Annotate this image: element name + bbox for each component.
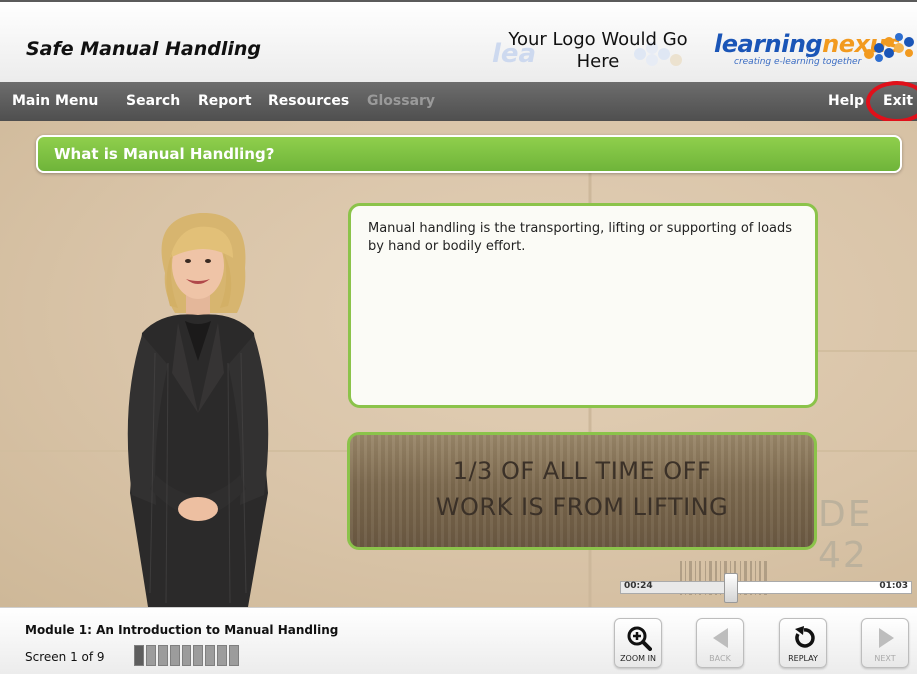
zoom-in-button[interactable]: ZOOM IN	[614, 618, 662, 668]
menu-resources[interactable]: Resources	[268, 93, 349, 109]
progress-segment	[134, 645, 144, 666]
menu-help[interactable]: Help	[828, 93, 864, 109]
logo-placeholder-text: Your Logo Would Go Here	[508, 29, 688, 72]
app-header: Safe Manual Handling lea Your Logo Would…	[0, 0, 917, 82]
replay-button[interactable]: REPLAY	[779, 618, 827, 668]
brand-tagline: creating e-learning together	[734, 57, 862, 67]
course-title: Safe Manual Handling	[26, 38, 262, 60]
progress-segment	[145, 645, 156, 666]
progress-segment	[169, 645, 180, 666]
slide-title: What is Manual Handling?	[54, 145, 275, 163]
zoom-in-label: ZOOM IN	[620, 654, 656, 663]
menu-search[interactable]: Search	[126, 93, 180, 109]
zoom-in-icon	[627, 626, 652, 651]
timeline-scrubber-handle[interactable]	[724, 573, 738, 603]
screen-progress-bar	[134, 645, 240, 666]
explanation-text: Manual handling is the transporting, lif…	[368, 221, 793, 254]
video-timeline[interactable]: 00:24 01:03	[620, 573, 912, 603]
progress-segment	[181, 645, 192, 666]
progress-segment	[205, 645, 216, 666]
progress-segment	[217, 645, 228, 666]
back-button[interactable]: BACK	[696, 618, 744, 668]
menu-glossary: Glossary	[367, 93, 436, 109]
menu-bar: Main Menu Search Report Resources Glossa…	[0, 82, 917, 121]
client-logo-placeholder: lea Your Logo Would Go Here	[490, 28, 705, 76]
brand-dots-icon	[864, 33, 914, 62]
app-footer: Module 1: An Introduction to Manual Hand…	[0, 607, 917, 674]
slide-title-banner: What is Manual Handling?	[36, 135, 902, 173]
module-title: Module 1: An Introduction to Manual Hand…	[25, 623, 339, 637]
slide-stage: What is Manual Handling? Manual handling…	[0, 121, 917, 607]
back-label: BACK	[709, 654, 731, 663]
replay-icon	[795, 626, 815, 648]
next-arrow-icon	[879, 628, 894, 648]
brand-name-part1: learning	[714, 30, 823, 58]
menu-main-menu[interactable]: Main Menu	[12, 93, 98, 109]
timeline-total-time: 01:03	[879, 581, 908, 591]
explanation-card: Manual handling is the transporting, lif…	[348, 203, 818, 408]
progress-segment	[193, 645, 204, 666]
timeline-current-time: 00:24	[624, 581, 653, 591]
progress-segment	[229, 645, 240, 666]
fact-image-card: 1/3 OF ALL TIME OFF WORK IS FROM LIFTING	[347, 432, 817, 550]
progress-segment	[157, 645, 168, 666]
timeline-track[interactable]	[620, 581, 912, 594]
fact-line-1: 1/3 OF ALL TIME OFF	[452, 457, 712, 485]
fact-line-2: WORK IS FROM LIFTING	[435, 493, 729, 521]
screen-counter: Screen 1 of 9	[25, 650, 105, 664]
presenter-image	[127, 213, 269, 607]
next-button[interactable]: NEXT	[861, 618, 909, 668]
next-label: NEXT	[874, 654, 896, 663]
replay-label: REPLAY	[788, 654, 818, 663]
back-arrow-icon	[713, 628, 728, 648]
menu-report[interactable]: Report	[198, 93, 252, 109]
